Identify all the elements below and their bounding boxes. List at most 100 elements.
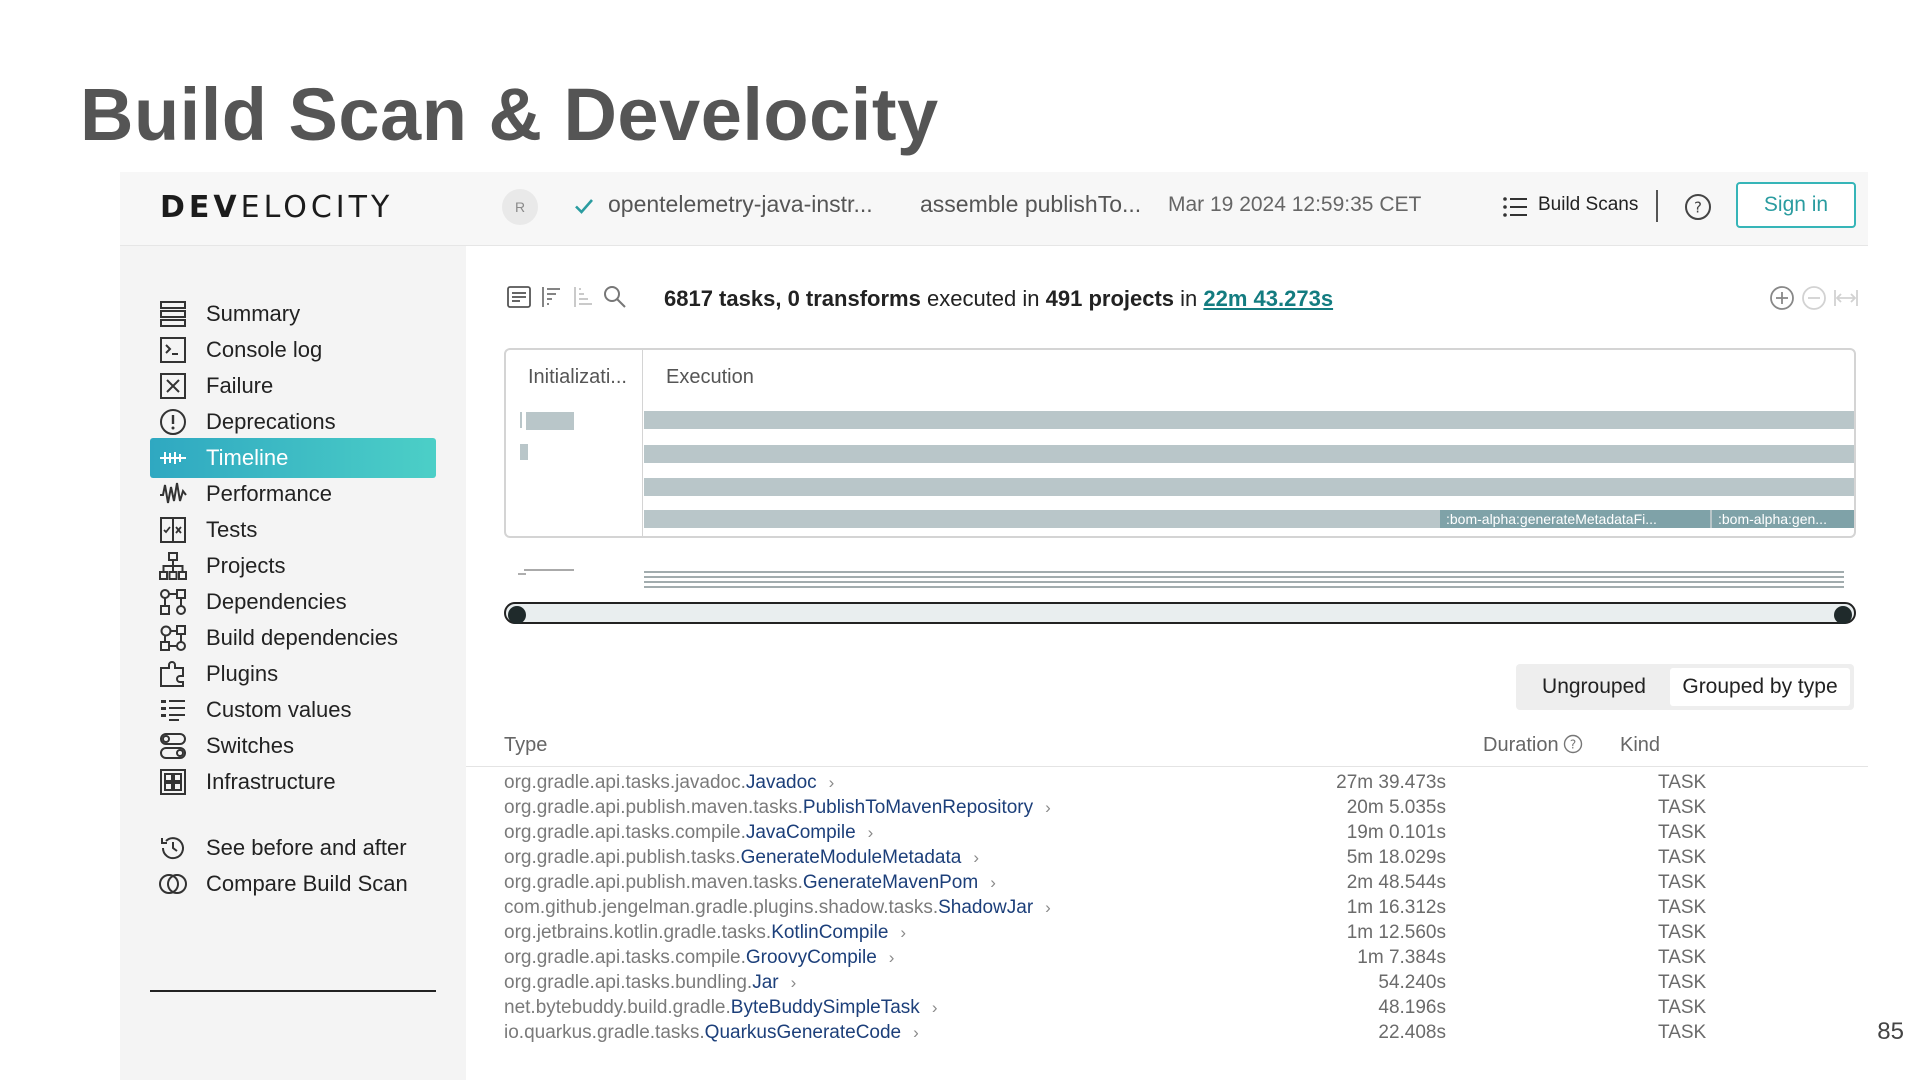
chevron-right-icon[interactable]: ›	[973, 848, 979, 867]
kind-cell: TASK	[1658, 872, 1707, 893]
phase-separator	[642, 350, 643, 536]
chevron-right-icon[interactable]: ›	[889, 948, 895, 967]
type-package: org.gradle.api.tasks.compile.	[504, 822, 746, 843]
execution-lane[interactable]	[644, 445, 1854, 463]
sidebar-item-build-dependencies[interactable]: Build dependencies	[150, 618, 436, 658]
help-icon[interactable]: ?	[1563, 734, 1583, 754]
summary-line: 6817 tasks, 0 transforms executed in 491…	[664, 286, 1333, 312]
avatar[interactable]: R	[502, 189, 538, 225]
task-chip[interactable]: :bom-alpha:generateMetadataFi...	[1440, 510, 1710, 528]
projects-icon	[159, 552, 187, 580]
sidebar-item-timeline[interactable]: Timeline	[150, 438, 436, 478]
type-package: com.github.jengelman.gradle.plugins.shad…	[504, 897, 939, 918]
custom-values-icon	[161, 700, 185, 721]
task-chip[interactable]: :bom-alpha:gen...	[1712, 510, 1854, 528]
type-class-link[interactable]: Jar	[752, 972, 778, 993]
sign-in-button[interactable]: Sign in	[1736, 182, 1856, 228]
duration-cell: 54.240s	[1378, 972, 1446, 993]
fit-width-icon[interactable]	[1832, 284, 1860, 312]
init-task-bar[interactable]	[520, 412, 522, 428]
logo-bold-text: DEV	[160, 190, 241, 225]
sidebar-item-console-log[interactable]: Console log	[150, 330, 436, 370]
dependencies-icon	[160, 589, 186, 615]
chevron-right-icon[interactable]: ›	[1045, 798, 1051, 817]
timeline-chart[interactable]: Initializati... Execution :bom-alpha:gen…	[504, 348, 1856, 538]
sidebar-item-infrastructure[interactable]: Infrastructure	[150, 762, 436, 802]
chevron-right-icon[interactable]: ›	[791, 973, 797, 992]
execution-lane[interactable]	[644, 411, 1854, 429]
type-class-link[interactable]: JavaCompile	[746, 822, 856, 843]
chevron-right-icon[interactable]: ›	[868, 823, 874, 842]
column-header-type[interactable]: Type	[504, 734, 547, 757]
chevron-right-icon[interactable]: ›	[1045, 898, 1051, 917]
duration-cell: 1m 12.560s	[1346, 922, 1446, 943]
search-icon[interactable]	[602, 284, 628, 310]
sidebar-item-performance[interactable]: Performance	[150, 474, 436, 514]
ungrouped-option[interactable]: Ungrouped	[1520, 668, 1668, 706]
sidebar-item-projects[interactable]: Projects	[150, 546, 436, 586]
sidebar: Summary Console log Failure Deprecations…	[120, 246, 466, 1080]
type-class-link[interactable]: GroovyCompile	[746, 947, 877, 968]
help-icon[interactable]: ?	[1684, 193, 1712, 221]
console-icon	[160, 337, 186, 363]
sidebar-item-custom-values[interactable]: Custom values	[150, 690, 436, 730]
column-header-duration[interactable]: Duration?	[1483, 734, 1583, 757]
history-icon	[161, 837, 184, 860]
execution-lane[interactable]	[644, 478, 1854, 496]
total-duration-link[interactable]: 22m 43.273s	[1203, 286, 1333, 311]
type-class-link[interactable]: Javadoc	[746, 772, 817, 793]
sort-ascending-icon[interactable]	[570, 284, 596, 310]
kind-cell: TASK	[1658, 847, 1707, 868]
table-row[interactable]: io.quarkus.gradle.tasks.QuarkusGenerateC…	[504, 1022, 1856, 1052]
develocity-logo[interactable]: DEVELOCITY	[160, 190, 393, 225]
build-datetime: Mar 19 2024 12:59:35 CET	[1168, 193, 1422, 216]
duration-cell: 27m 39.473s	[1336, 772, 1446, 793]
sidebar-item-see-before-and-after[interactable]: See before and after	[150, 828, 436, 868]
sidebar-item-deprecations[interactable]: Deprecations	[150, 402, 436, 442]
chevron-right-icon[interactable]: ›	[990, 873, 996, 892]
sidebar-item-dependencies[interactable]: Dependencies	[150, 582, 436, 622]
sidebar-item-failure[interactable]: Failure	[150, 366, 436, 406]
details-icon[interactable]	[506, 284, 532, 310]
sidebar-item-summary[interactable]: Summary	[150, 294, 436, 334]
init-task-bar[interactable]	[520, 444, 528, 460]
sidebar-item-plugins[interactable]: Plugins	[150, 654, 436, 694]
sidebar-item-switches[interactable]: Switches	[150, 726, 436, 766]
sidebar-item-label: Build dependencies	[206, 625, 399, 650]
chevron-right-icon[interactable]: ›	[900, 923, 906, 942]
type-class-link[interactable]: GenerateModuleMetadata	[741, 847, 962, 868]
chevron-right-icon[interactable]: ›	[913, 1023, 919, 1042]
type-class-link[interactable]: KotlinCompile	[771, 922, 888, 943]
type-class-link[interactable]: GenerateMavenPom	[803, 872, 978, 893]
type-class-link[interactable]: PublishToMavenRepository	[803, 797, 1033, 818]
init-task-bar[interactable]	[526, 412, 574, 430]
range-end-handle[interactable]	[1834, 606, 1852, 624]
type-class-link[interactable]: QuarkusGenerateCode	[705, 1022, 901, 1043]
grouped-by-type-option[interactable]: Grouped by type	[1670, 668, 1850, 706]
sidebar-item-label: Switches	[206, 733, 295, 758]
zoom-in-icon[interactable]	[1768, 284, 1796, 312]
kind-cell: TASK	[1658, 897, 1707, 918]
sidebar-item-compare-build-scan[interactable]: Compare Build Scan	[150, 864, 436, 904]
zoom-out-icon[interactable]	[1800, 284, 1828, 312]
summary-icon	[160, 301, 186, 327]
duration-cell: 22.408s	[1378, 1022, 1446, 1043]
build-scans-link[interactable]: Build Scans	[1538, 194, 1638, 216]
type-class-link[interactable]: ShadowJar	[938, 897, 1033, 918]
project-name[interactable]: opentelemetry-java-instr...	[608, 191, 873, 218]
type-package: org.gradle.api.tasks.javadoc.	[504, 772, 746, 793]
sidebar-item-label: Failure	[206, 373, 274, 398]
sidebar-item-tests[interactable]: Tests	[150, 510, 436, 550]
project-count: 491 projects	[1045, 286, 1175, 311]
type-class-link[interactable]: ByteBuddySimpleTask	[731, 997, 920, 1018]
range-slider-track[interactable]	[504, 602, 1856, 624]
chevron-right-icon[interactable]: ›	[829, 773, 835, 792]
column-header-kind[interactable]: Kind	[1620, 734, 1660, 757]
requested-tasks[interactable]: assemble publishTo...	[920, 191, 1141, 218]
chevron-right-icon[interactable]: ›	[932, 998, 938, 1017]
range-start-handle[interactable]	[508, 606, 526, 624]
transform-count: 0 transforms	[787, 286, 921, 311]
sort-descending-icon[interactable]	[538, 284, 564, 310]
phase-initialization-label: Initializati...	[528, 366, 627, 388]
task-count: 6817 tasks,	[664, 286, 782, 311]
